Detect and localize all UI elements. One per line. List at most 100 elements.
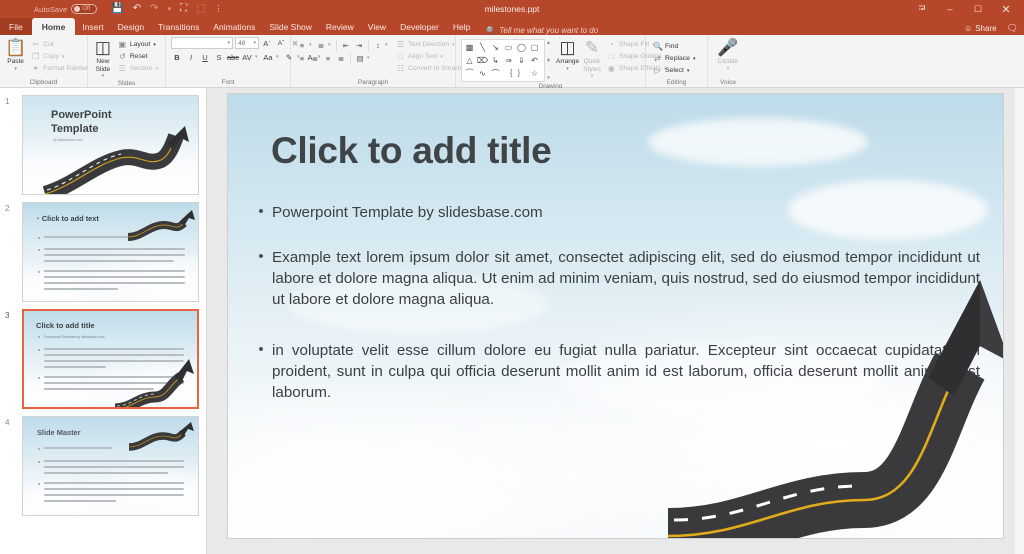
tab-developer[interactable]: Developer: [393, 18, 446, 35]
dictate-dropdown-icon[interactable]: ▾: [727, 66, 730, 72]
quick-styles-dropdown-icon[interactable]: ▾: [591, 73, 594, 79]
cut-button[interactable]: ✂ Cut: [29, 39, 90, 50]
tab-review[interactable]: Review: [319, 18, 361, 35]
slide-thumbnail-pane[interactable]: 1 PowerPoint Template by slidesbase.com: [0, 88, 207, 554]
slide-title[interactable]: Click to add title: [271, 130, 551, 172]
tab-insert[interactable]: Insert: [75, 18, 110, 35]
shape-line-icon[interactable]: ╲: [476, 41, 489, 54]
character-spacing-icon[interactable]: AV: [241, 51, 253, 63]
tab-help[interactable]: Help: [446, 18, 477, 35]
redo-icon[interactable]: ↷: [150, 4, 158, 14]
shape-rectangle-tool-icon[interactable]: ▩: [463, 41, 476, 54]
bullets-dropdown-icon[interactable]: ▾: [309, 42, 314, 48]
save-icon[interactable]: 💾: [111, 4, 123, 14]
tab-transitions[interactable]: Transitions: [151, 18, 206, 35]
tab-view[interactable]: View: [361, 18, 393, 35]
thumbnail-slide-1[interactable]: 1 PowerPoint Template by slidesbase.com: [22, 95, 198, 195]
shape-arrow-line-icon[interactable]: ↘: [489, 41, 502, 54]
decrease-font-size-icon[interactable]: Aˇ: [275, 37, 287, 49]
shapes-scroll-up-icon[interactable]: ▲: [546, 40, 551, 46]
dictate-button[interactable]: 🎤 Dictate ▾: [713, 37, 743, 72]
bold-icon[interactable]: B: [171, 51, 183, 63]
justify-icon[interactable]: ≣: [335, 52, 347, 64]
start-presentation-icon[interactable]: ⛶: [180, 4, 187, 14]
shape-curve-icon[interactable]: ∿: [476, 67, 489, 80]
tab-home[interactable]: Home: [32, 18, 76, 35]
italic-icon[interactable]: I: [185, 51, 197, 63]
reset-button[interactable]: ↺ Reset: [116, 51, 160, 62]
shape-triangle-icon[interactable]: △: [463, 54, 476, 67]
ribbon-display-options-icon[interactable]: ⮒: [908, 0, 936, 18]
format-painter-button[interactable]: ✦ Format Painter: [29, 63, 90, 74]
numbering-dropdown-icon[interactable]: ▾: [328, 42, 333, 48]
restore-icon[interactable]: ☐: [964, 0, 992, 18]
shapes-scroll-down-icon[interactable]: ▼: [546, 58, 551, 64]
increase-font-size-icon[interactable]: Aˈ: [261, 37, 273, 49]
replace-button[interactable]: ⇄ Replace ▾: [651, 53, 697, 64]
customize-qat-icon[interactable]: ⋮: [215, 5, 223, 13]
shape-freeform-icon[interactable]: ⏜: [463, 67, 476, 80]
change-case-icon[interactable]: Aa: [262, 51, 274, 63]
thumbnail-slide-2[interactable]: 2 • Click to add text: [22, 202, 198, 302]
thumbnail-slide-3[interactable]: 3 Click to add title Powerpoint Template…: [22, 309, 198, 409]
tab-animations[interactable]: Animations: [206, 18, 262, 35]
touch-mode-icon[interactable]: ⬚: [196, 4, 205, 14]
comments-icon[interactable]: 🗨: [1007, 23, 1018, 34]
increase-indent-icon[interactable]: ⇥: [353, 39, 365, 51]
copy-button[interactable]: ❐ Copy ▾: [29, 51, 90, 62]
character-spacing-dropdown-icon[interactable]: ▾: [255, 54, 260, 60]
numbering-icon[interactable]: ≣: [315, 39, 327, 51]
new-slide-button[interactable]: ◫ New Slide ▾: [93, 37, 113, 79]
align-right-icon[interactable]: ≡: [322, 52, 334, 64]
tab-file[interactable]: File: [0, 18, 32, 35]
select-button[interactable]: ▷ Select ▾: [651, 65, 697, 76]
shape-rounded-rect-icon[interactable]: ▢: [528, 41, 541, 54]
layout-button[interactable]: ▣ Layout ▾: [116, 39, 160, 50]
undo-icon[interactable]: ↶: [133, 4, 141, 14]
tell-me-search[interactable]: 🔍 Tell me what you want to do: [485, 26, 598, 35]
section-button[interactable]: ☰ Section ▾: [116, 63, 160, 74]
align-left-icon[interactable]: ≡: [296, 52, 308, 64]
shape-right-brace-icon[interactable]: ｝: [515, 67, 528, 80]
tab-slide-show[interactable]: Slide Show: [262, 18, 319, 35]
share-button[interactable]: ☺ Share: [964, 24, 997, 33]
autosave-toggle[interactable]: AutoSave Off: [34, 4, 97, 14]
shape-oval-icon[interactable]: ◯: [515, 41, 528, 54]
paste-button[interactable]: 📋 Paste ▾: [5, 37, 26, 72]
slide-canvas[interactable]: Click to add title • Powerpoint Template…: [228, 94, 1003, 538]
arrange-dropdown-icon[interactable]: ▾: [566, 66, 569, 72]
shapes-gallery-scroll[interactable]: ▲ ▼ ▾: [545, 39, 552, 82]
canvas-scrollbar[interactable]: [1015, 88, 1024, 554]
close-icon[interactable]: ✕: [992, 0, 1020, 18]
shape-left-brace-icon[interactable]: ｛: [502, 67, 515, 80]
autosave-switch[interactable]: Off: [71, 4, 97, 14]
font-name-input[interactable]: ▾: [171, 37, 233, 49]
shape-star-icon[interactable]: ☆: [528, 67, 541, 80]
shapes-gallery[interactable]: ▩ ╲ ↘ ▭ ◯ ▢ △ ⌦ ↳ ⇒ ⇓ ↶ ⏜ ∿ ⌒: [461, 39, 545, 82]
shapes-gallery-more-icon[interactable]: ▾: [547, 75, 550, 81]
line-spacing-icon[interactable]: ↕: [372, 39, 384, 51]
change-case-dropdown-icon[interactable]: ▾: [276, 54, 281, 60]
arrange-button[interactable]: ◫ Arrange ▾: [556, 37, 579, 72]
shape-down-arrow-icon[interactable]: ⇓: [515, 54, 528, 67]
underline-icon[interactable]: U: [199, 51, 211, 63]
shape-curved-connector-icon[interactable]: ↳: [489, 54, 502, 67]
paste-dropdown-icon[interactable]: ▾: [14, 66, 17, 72]
shape-arc-icon[interactable]: ⌒: [489, 67, 502, 80]
line-spacing-dropdown-icon[interactable]: ▾: [385, 42, 390, 48]
shape-rect-icon[interactable]: ▭: [502, 41, 515, 54]
text-shadow-icon[interactable]: S: [213, 51, 225, 63]
minimize-icon[interactable]: –: [936, 0, 964, 18]
tab-design[interactable]: Design: [111, 18, 151, 35]
columns-icon[interactable]: ▤: [354, 52, 366, 64]
quick-styles-button[interactable]: ✎ Quick Styles ▾: [583, 37, 601, 79]
columns-dropdown-icon[interactable]: ▾: [367, 55, 372, 61]
shape-circular-arrow-icon[interactable]: ↶: [528, 54, 541, 67]
find-button[interactable]: 🔍 Find: [651, 41, 697, 52]
shape-right-arrow-icon[interactable]: ⇒: [502, 54, 515, 67]
strikethrough-icon[interactable]: abc: [227, 51, 239, 63]
font-size-input[interactable]: 48 ▾: [235, 37, 259, 49]
bullets-icon[interactable]: ≡: [296, 39, 308, 51]
shape-elbow-connector-icon[interactable]: ⌦: [476, 54, 489, 67]
qat-dropdown-icon[interactable]: ▾: [168, 6, 172, 13]
